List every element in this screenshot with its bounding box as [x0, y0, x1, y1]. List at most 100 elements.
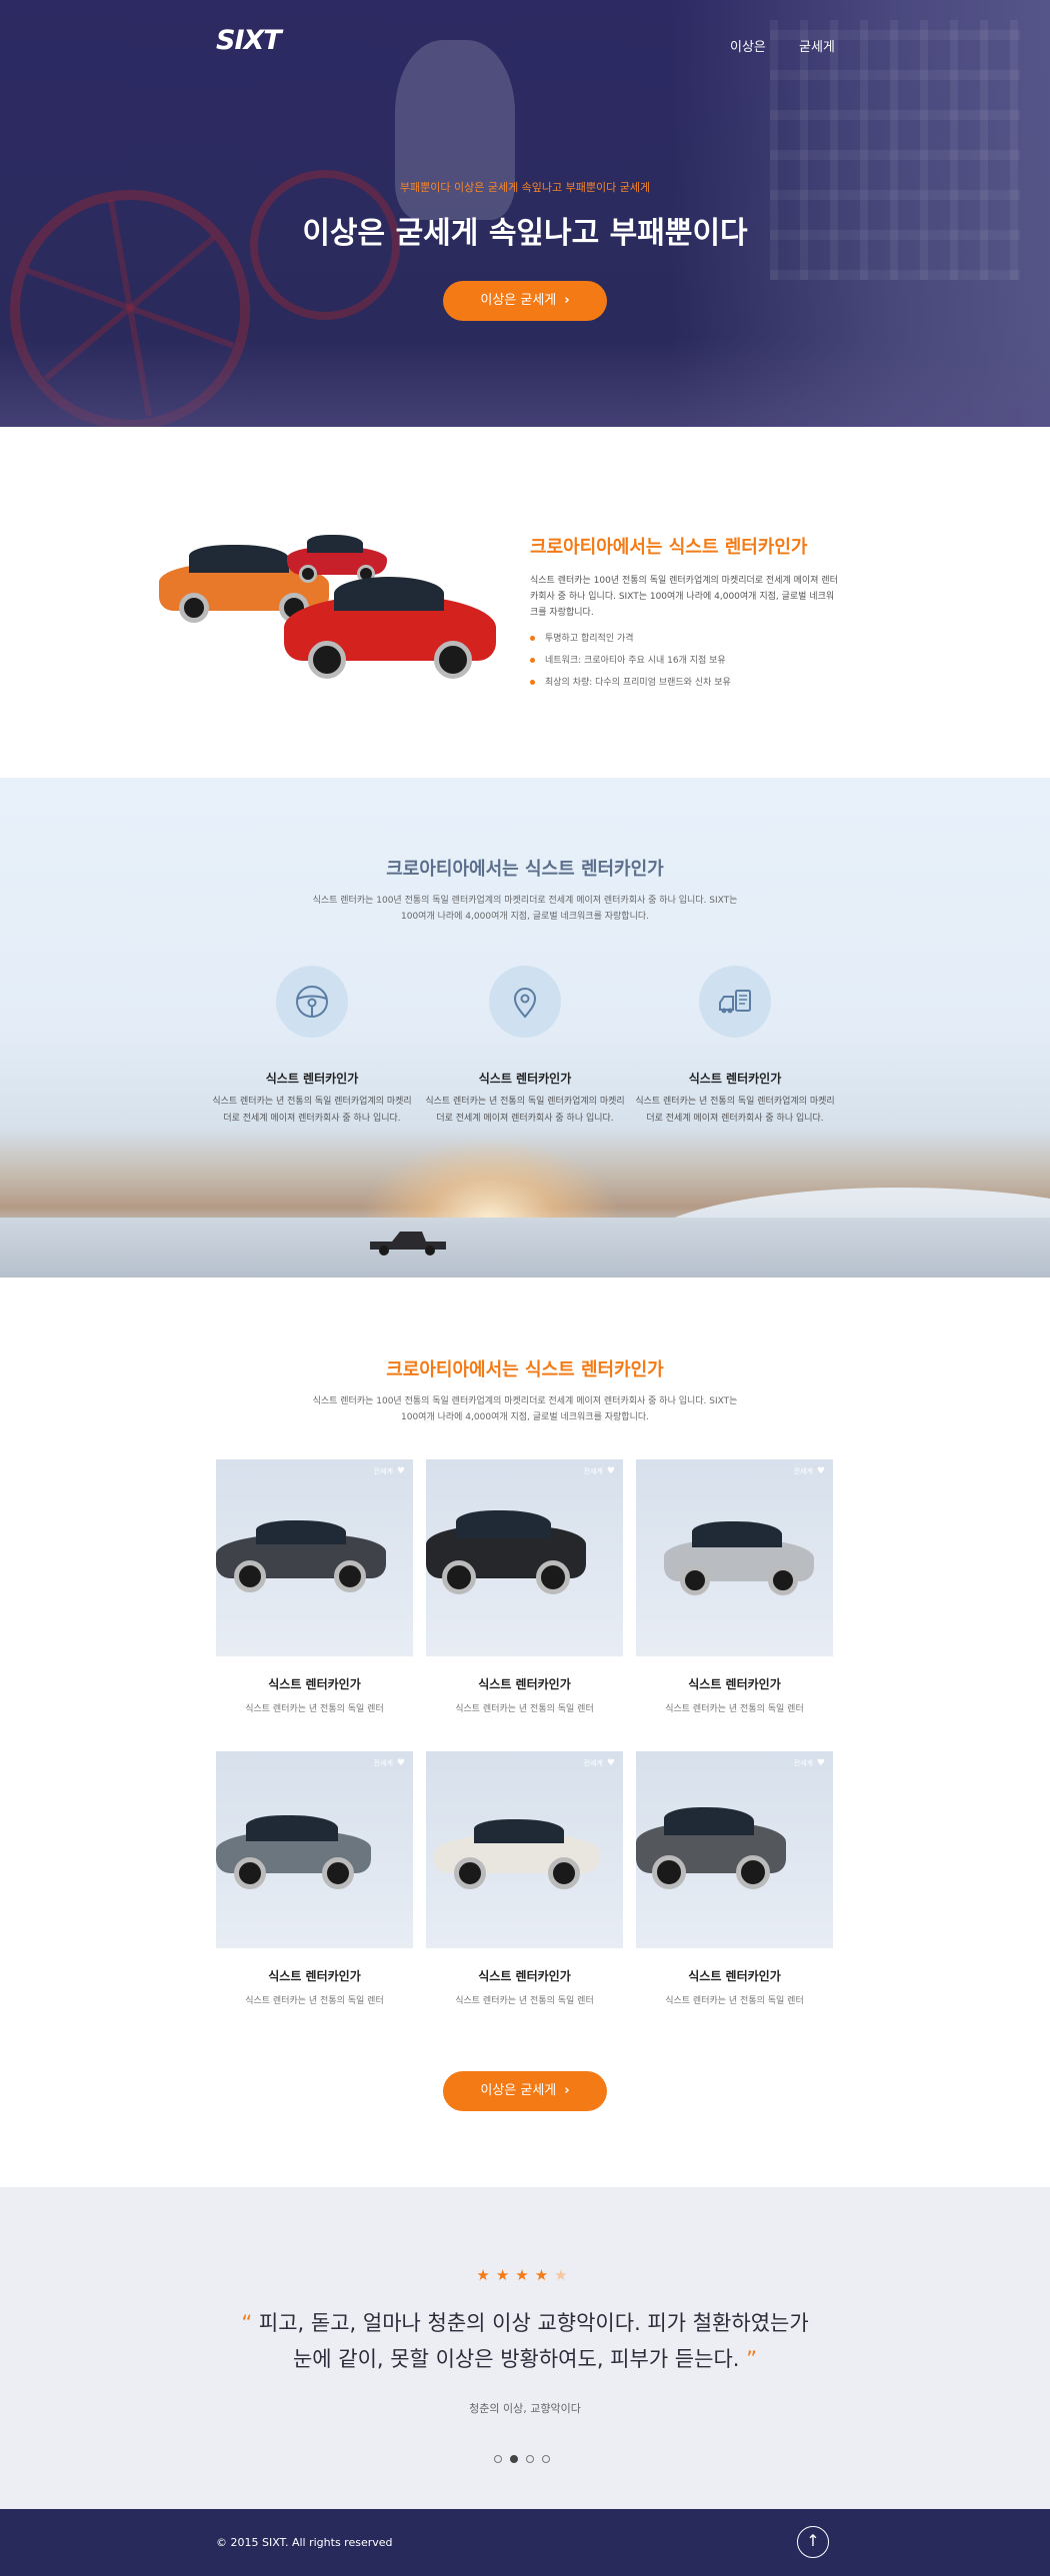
scroll-top-button[interactable]: ↑ — [797, 2526, 829, 2558]
features-description: 식스트 렌터카는 100년 전통의 독일 렌터카업계의 마켓리더로 전세계 메이… — [312, 896, 738, 922]
intro-bullet: 네트워크: 크로아티아 주요 시내 16개 지점 보유 — [530, 653, 726, 666]
bullet-dot-icon — [530, 658, 535, 663]
car-card-description: 식스트 렌터카는 년 전통의 독일 렌터 — [455, 1704, 594, 1714]
car-image — [216, 1514, 386, 1594]
card-tag-label: 전세계 — [373, 1467, 393, 1475]
cars-cta-button[interactable]: 이상은 굳세게 › — [443, 2071, 607, 2111]
hero-cta-button[interactable]: 이상은 굳세게 › — [443, 281, 607, 321]
sixt-logo[interactable]: SIXT — [216, 25, 282, 56]
chevron-right-icon: › — [564, 2083, 570, 2098]
testimonial-pagination — [490, 2455, 560, 2465]
pagination-dot-2[interactable] — [510, 2455, 518, 2463]
car-card-image[interactable]: 전세계 ♥ — [216, 1459, 413, 1656]
card-tag-label: 전세계 — [793, 1759, 813, 1767]
car-image — [664, 1519, 814, 1599]
card-tag: 전세계 ♥ — [374, 1466, 405, 1476]
heart-icon[interactable]: ♥ — [817, 1758, 825, 1768]
hero-section: SIXT 이상은 굳세게 부패뿐이다 이상은 굳세게 속잎나고 부패뿐이다 굳세… — [0, 0, 1050, 427]
intro-description: 식스트 렌터카는 100년 전통의 독일 렌터카업계의 마켓리더로 전세계 메이… — [530, 576, 838, 618]
heart-icon[interactable]: ♥ — [397, 1466, 405, 1476]
car-card-image[interactable]: 전세계 ♥ — [426, 1751, 623, 1948]
quote-line-2: 눈에 같이, 못할 이상은 방황하여도, 피부가 듣는다. — [292, 2347, 740, 2371]
intro-bullet-text: 투명하고 합리적인 가격 — [545, 634, 634, 644]
cars-title: 크로아티아에서는 식스트 렌터카인가 — [386, 1359, 664, 1380]
car-image — [636, 1801, 786, 1896]
feature-description: 식스트 렌터카는 년 전통의 독일 렌터카업계의 마켓리더로 전세계 메이져 렌… — [635, 1097, 835, 1124]
bullet-dot-icon — [530, 636, 535, 641]
car-card-title: 식스트 렌터카인가 — [478, 1969, 571, 1983]
feature-icon-circle — [276, 966, 348, 1038]
card-tag: 전세계 ♥ — [584, 1466, 615, 1476]
feature-title: 식스트 렌터카인가 — [688, 1072, 782, 1086]
car-card-title: 식스트 렌터카인가 — [268, 1969, 361, 1983]
pagination-dot-4[interactable] — [542, 2455, 550, 2463]
arrow-up-icon: ↑ — [806, 2531, 820, 2550]
car-card-title: 식스트 렌터카인가 — [688, 1677, 781, 1691]
car-card-description: 식스트 렌터카는 년 전통의 독일 렌터 — [245, 1996, 384, 2006]
rating-stars: ★★★★★ — [0, 2266, 1050, 2284]
car-card-description: 식스트 렌터카는 년 전통의 독일 렌터 — [245, 1704, 384, 1714]
car-image — [434, 1811, 599, 1896]
car-card-title: 식스트 렌터카인가 — [478, 1677, 571, 1691]
intro-bullet: 최상의 차량: 다수의 프리미엄 브랜드와 신차 보유 — [530, 675, 731, 688]
card-tag: 전세계 ♥ — [374, 1758, 405, 1768]
quote-close-icon: ” — [746, 2347, 758, 2371]
hero-background-ground — [0, 337, 1050, 427]
copyright-text: © 2015 SIXT. All rights reserved — [216, 2536, 393, 2549]
hero-kicker: 부패뿐이다 이상은 굳세게 속잎나고 부패뿐이다 굳세게 — [399, 181, 651, 194]
heart-icon[interactable]: ♥ — [607, 1466, 615, 1476]
intro-bullet: 투명하고 합리적인 가격 — [530, 631, 634, 644]
car-card-image[interactable]: 전세계 ♥ — [636, 1751, 833, 1948]
intro-bullet-text: 최상의 차량: 다수의 프리미엄 브랜드와 신차 보유 — [545, 678, 731, 688]
red-beetle-image — [284, 575, 496, 680]
quote-line-1: 피고, 돋고, 얼마나 청춘의 이상 교향악이다. 피가 철환하였는가 — [258, 2311, 809, 2335]
feature-description: 식스트 렌터카는 년 전통의 독일 렌터카업계의 마켓리더로 전세계 메이져 렌… — [425, 1097, 625, 1124]
car-card-description: 식스트 렌터카는 년 전통의 독일 렌터 — [665, 1996, 804, 2006]
car-card-description: 식스트 렌터카는 년 전통의 독일 렌터 — [455, 1996, 594, 2006]
car-document-icon — [719, 990, 751, 1014]
car-card-description: 식스트 렌터카는 년 전통의 독일 렌터 — [665, 1704, 804, 1714]
card-tag: 전세계 ♥ — [794, 1466, 825, 1476]
card-tag: 전세계 ♥ — [584, 1758, 615, 1768]
feature-title: 식스트 렌터카인가 — [478, 1072, 572, 1086]
card-tag-label: 전세계 — [793, 1467, 813, 1475]
car-image — [426, 1504, 586, 1599]
heart-icon[interactable]: ♥ — [397, 1758, 405, 1768]
intro-title: 크로아티아에서는 식스트 렌터카인가 — [530, 537, 808, 558]
star-icon: ★ — [495, 2266, 516, 2284]
star-empty-icon: ★ — [554, 2266, 574, 2284]
feature-icon-circle — [699, 966, 771, 1038]
pagination-dot-1[interactable] — [494, 2455, 502, 2463]
car-card-title: 식스트 렌터카인가 — [688, 1969, 781, 1983]
car-card-image[interactable]: 전세계 ♥ — [426, 1459, 623, 1656]
quote-open-icon: “ — [241, 2311, 253, 2335]
chevron-right-icon: › — [564, 293, 570, 308]
bullet-dot-icon — [530, 680, 535, 685]
nav-link-1[interactable]: 이상은 — [730, 36, 766, 55]
intro-bullet-text: 네트워크: 크로아티아 주요 시내 16개 지점 보유 — [545, 656, 726, 666]
cars-description: 식스트 렌터카는 100년 전통의 독일 렌터카업계의 마켓리더로 전세계 메이… — [312, 1396, 738, 1422]
pagination-dot-3[interactable] — [526, 2455, 534, 2463]
heart-icon[interactable]: ♥ — [607, 1758, 615, 1768]
cars-cta-label: 이상은 굳세게 — [480, 2083, 557, 2098]
card-tag: 전세계 ♥ — [794, 1758, 825, 1768]
star-icon: ★ — [534, 2266, 555, 2284]
star-icon: ★ — [476, 2266, 496, 2284]
feature-description: 식스트 렌터카는 년 전통의 독일 렌터카업계의 마켓리더로 전세계 메이져 렌… — [212, 1097, 412, 1124]
hero-cta-label: 이상은 굳세게 — [480, 293, 557, 308]
star-icon: ★ — [515, 2266, 535, 2284]
car-card-image[interactable]: 전세계 ♥ — [216, 1751, 413, 1948]
card-tag-label: 전세계 — [583, 1467, 603, 1475]
car-card-image[interactable]: 전세계 ♥ — [636, 1459, 833, 1656]
testimonial-author: 청춘의 이상, 교향악이다 — [469, 2402, 581, 2415]
heart-icon[interactable]: ♥ — [817, 1466, 825, 1476]
car-card-title: 식스트 렌터카인가 — [268, 1677, 361, 1691]
nav-link-2[interactable]: 굳세게 — [799, 36, 835, 55]
feature-icon-circle — [489, 966, 561, 1038]
pickup-truck-image — [370, 1232, 446, 1256]
card-tag-label: 전세계 — [583, 1759, 603, 1767]
steering-wheel-icon — [296, 986, 328, 1018]
desert-ground — [0, 1218, 1050, 1278]
car-image — [216, 1809, 371, 1894]
feature-title: 식스트 렌터카인가 — [265, 1072, 359, 1086]
